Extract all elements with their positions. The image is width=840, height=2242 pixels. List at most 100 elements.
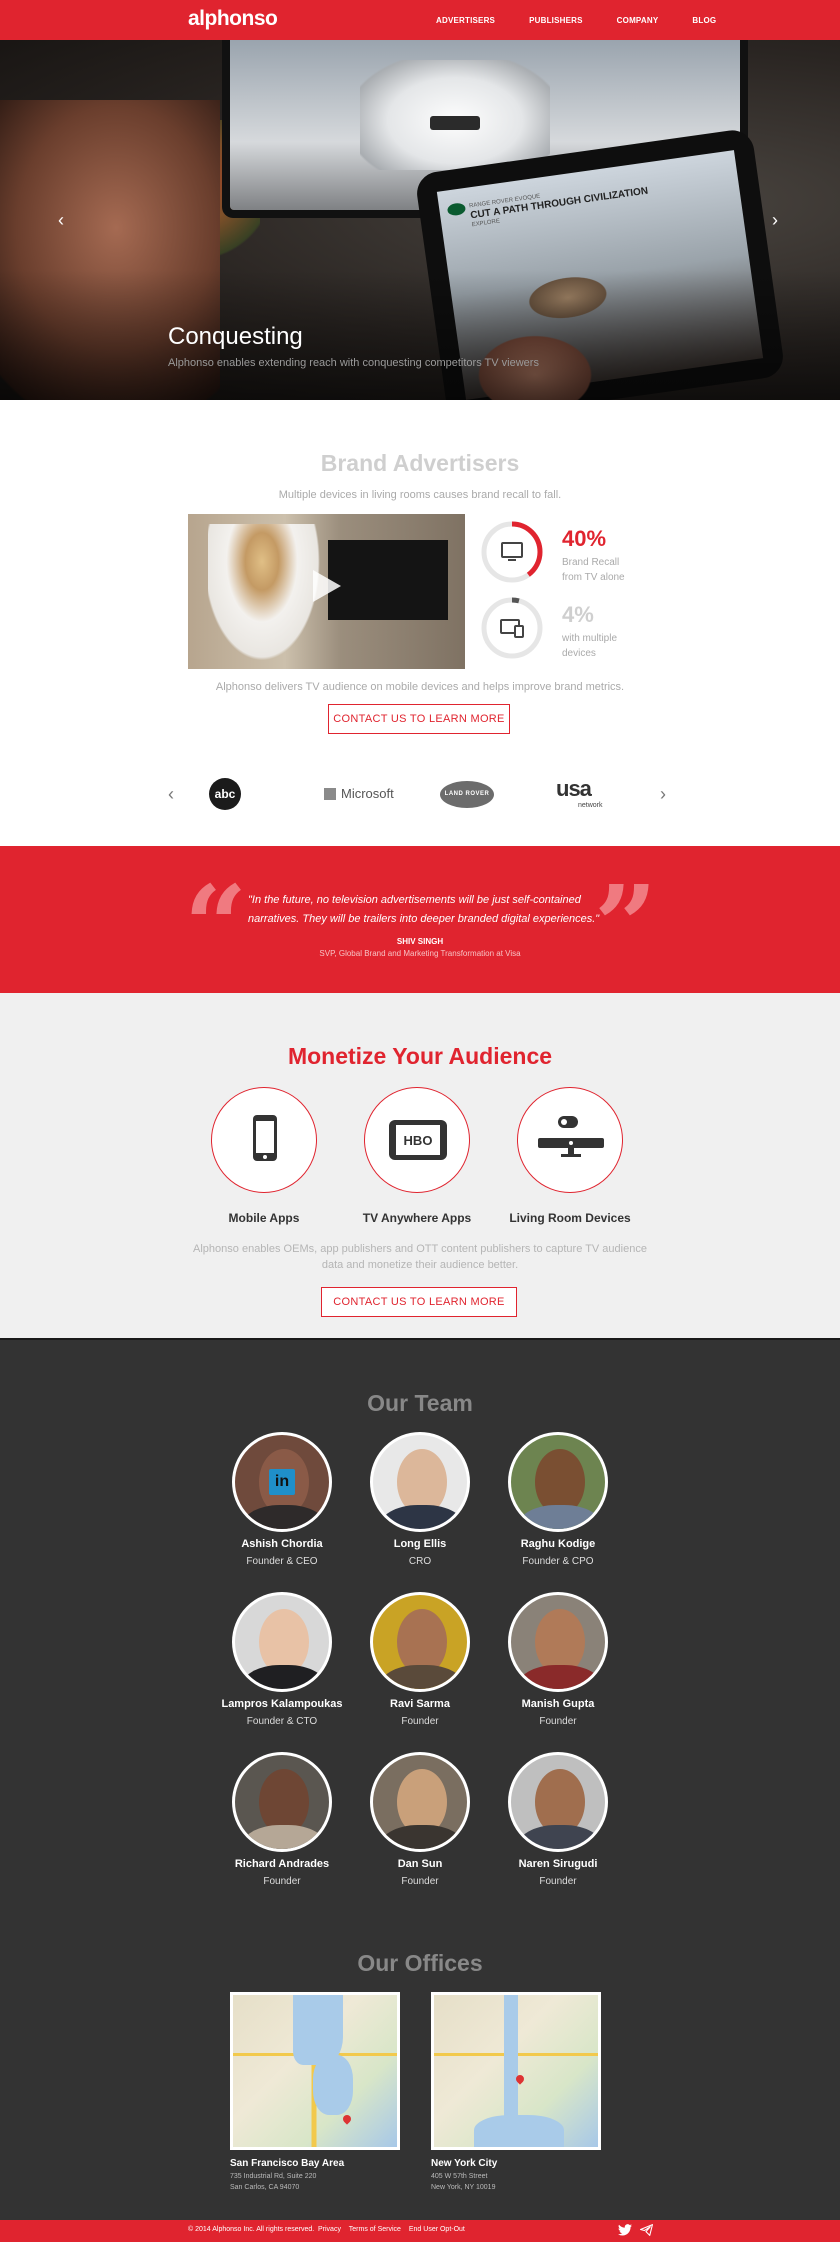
opt-out-link[interactable]: End User Opt-Out	[409, 2226, 465, 2233]
avatar	[370, 1592, 470, 1692]
monetize-section: Monetize Your Audience HBO Mobile Apps T…	[0, 993, 840, 1340]
member-role: Founder	[401, 1716, 439, 1727]
stat-brand-recall: 40% Brand Recall from TV alone	[480, 520, 640, 586]
monetize-description: Alphonso enables OEMs, app publishers an…	[193, 1243, 647, 1271]
member-name: Richard Andrades	[234, 1858, 330, 1870]
set-top-box-icon	[538, 1116, 604, 1157]
monetize-title: Monetize Your Audience	[287, 1043, 553, 1069]
team-member[interactable]: Lampros Kalampoukas Founder & CTO	[212, 1592, 352, 1727]
nyc-map[interactable]	[431, 1992, 601, 2150]
team-member[interactable]: Ravi Sarma Founder	[350, 1592, 490, 1727]
video-tv-image	[328, 540, 448, 620]
sf-map[interactable]	[230, 1992, 400, 2150]
nav-item-publishers[interactable]: PUBLISHERS	[529, 16, 583, 25]
stat-multiple-devices: 4% with multiple devices	[480, 596, 640, 662]
terms-link[interactable]: Terms of Service	[349, 2226, 401, 2233]
tv-anywhere-circle: HBO	[364, 1087, 470, 1193]
member-role: Founder & CEO	[246, 1556, 318, 1567]
usa-logo-text: usa	[556, 776, 592, 801]
team-title: Our Team	[367, 1390, 473, 1416]
hero-shade	[0, 270, 840, 400]
avatar-body	[379, 1665, 465, 1689]
abc-logo: abc	[209, 778, 241, 810]
avatar	[232, 1592, 332, 1692]
usa-network-logo: usa network	[556, 776, 603, 809]
usa-network-text: network	[578, 802, 603, 809]
privacy-link[interactable]: Privacy	[318, 2226, 341, 2233]
team-member[interactable]: Naren Sirugudi Founder	[488, 1752, 628, 1887]
nav-item-advertisers[interactable]: ADVERTISERS	[436, 16, 495, 25]
member-role: Founder & CPO	[522, 1556, 594, 1567]
contact-us-button[interactable]: CONTACT US TO LEARN MORE	[328, 704, 510, 734]
map-water	[313, 2055, 353, 2115]
avatar-body	[379, 1505, 465, 1529]
top-nav: alphonso ADVERTISERS PUBLISHERS COMPANY …	[0, 0, 840, 40]
avatar	[508, 1752, 608, 1852]
testimonial-text: "In the future, no television advertisem…	[248, 894, 600, 925]
offices-title: Our Offices	[357, 1950, 483, 1976]
hero-title: Conquesting	[168, 323, 303, 350]
microsoft-logo: Microsoft	[324, 786, 394, 801]
office-address-line: 405 W 57th Street	[431, 2173, 488, 2180]
office-address: 405 W 57th Street New York, NY 10019	[431, 2171, 601, 2193]
stat-ring-chart	[481, 521, 543, 583]
stat-value: 40%	[562, 526, 607, 551]
member-name: Lampros Kalampoukas	[221, 1698, 343, 1710]
avatar-body	[241, 1665, 327, 1689]
stat-value: 4%	[562, 602, 594, 627]
play-icon[interactable]	[313, 570, 341, 602]
member-name: Long Ellis	[393, 1538, 447, 1550]
offices-section: Our Offices San Francisco Bay Area 735 I…	[0, 1920, 840, 2220]
carousel-prev-arrow-icon[interactable]: ‹	[58, 210, 64, 231]
nav-menu: ADVERTISERS PUBLISHERS COMPANY BLOG	[436, 16, 750, 25]
living-room-label: Living Room Devices	[509, 1211, 631, 1225]
map-pin-icon	[341, 2113, 353, 2125]
hero-car-image	[360, 60, 550, 170]
video-woman-image	[208, 524, 328, 669]
hero-subtitle: Alphonso enables extending reach with co…	[168, 357, 539, 369]
nav-item-blog[interactable]: BLOG	[692, 16, 716, 25]
office-address: 735 Industrial Rd, Suite 220 San Carlos,…	[230, 2171, 400, 2193]
avatar-body	[517, 1505, 603, 1529]
avatar	[508, 1592, 608, 1692]
team-member[interactable]: Richard Andrades Founder	[212, 1752, 352, 1887]
send-icon[interactable]	[640, 2224, 653, 2236]
tablet-hbo-icon: HBO	[389, 1120, 447, 1160]
testimonial-author: SHIV SINGH	[396, 937, 444, 946]
land-rover-badge-icon	[446, 202, 467, 217]
team-member[interactable]: in Ashish Chordia Founder & CEO	[212, 1432, 352, 1567]
nav-item-company[interactable]: COMPANY	[617, 16, 659, 25]
member-name: Manish Gupta	[521, 1698, 595, 1710]
mobile-apps-circle	[211, 1087, 317, 1193]
twitter-icon[interactable]	[618, 2224, 632, 2236]
footer-links: Privacy Terms of Service End User Opt-Ou…	[318, 2226, 471, 2233]
member-name: Raghu Kodige	[520, 1538, 596, 1550]
carousel-next-arrow-icon[interactable]: ›	[772, 210, 778, 231]
avatar-body	[517, 1825, 603, 1849]
member-role: Founder	[401, 1876, 439, 1887]
team-member[interactable]: Raghu Kodige Founder & CPO	[488, 1432, 628, 1567]
avatar-body	[241, 1825, 327, 1849]
team-member[interactable]: Long Ellis CRO	[350, 1432, 490, 1567]
site-logo[interactable]: alphonso	[188, 7, 278, 31]
testimonial-role: SVP, Global Brand and Marketing Transfor…	[319, 949, 521, 958]
logo-carousel-prev-icon[interactable]: ‹	[168, 784, 174, 805]
living-room-circle	[517, 1087, 623, 1193]
contact-us-button[interactable]: CONTACT US TO LEARN MORE	[321, 1287, 517, 1317]
brand-video[interactable]	[188, 514, 465, 669]
land-rover-logo: LAND ROVER	[440, 781, 494, 808]
avatar-body	[379, 1825, 465, 1849]
office-new-york: New York City 405 W 57th Street New York…	[431, 1992, 601, 2193]
brand-title: Brand Advertisers	[320, 450, 520, 476]
team-member[interactable]: Dan Sun Founder	[350, 1752, 490, 1887]
hero-carousel: RANGE ROVER EVOQUE CUT A PATH THROUGH CI…	[0, 40, 840, 400]
avatar-body	[517, 1665, 603, 1689]
logo-carousel-next-icon[interactable]: ›	[660, 784, 666, 805]
office-address-line: New York, NY 10019	[431, 2184, 496, 2191]
office-address-line: 735 Industrial Rd, Suite 220	[230, 2173, 317, 2180]
team-member[interactable]: Manish Gupta Founder	[488, 1592, 628, 1727]
tv-icon	[501, 542, 523, 561]
member-name: Naren Sirugudi	[518, 1858, 598, 1870]
linkedin-icon[interactable]: in	[269, 1469, 295, 1495]
office-city: San Francisco Bay Area	[230, 2158, 345, 2169]
